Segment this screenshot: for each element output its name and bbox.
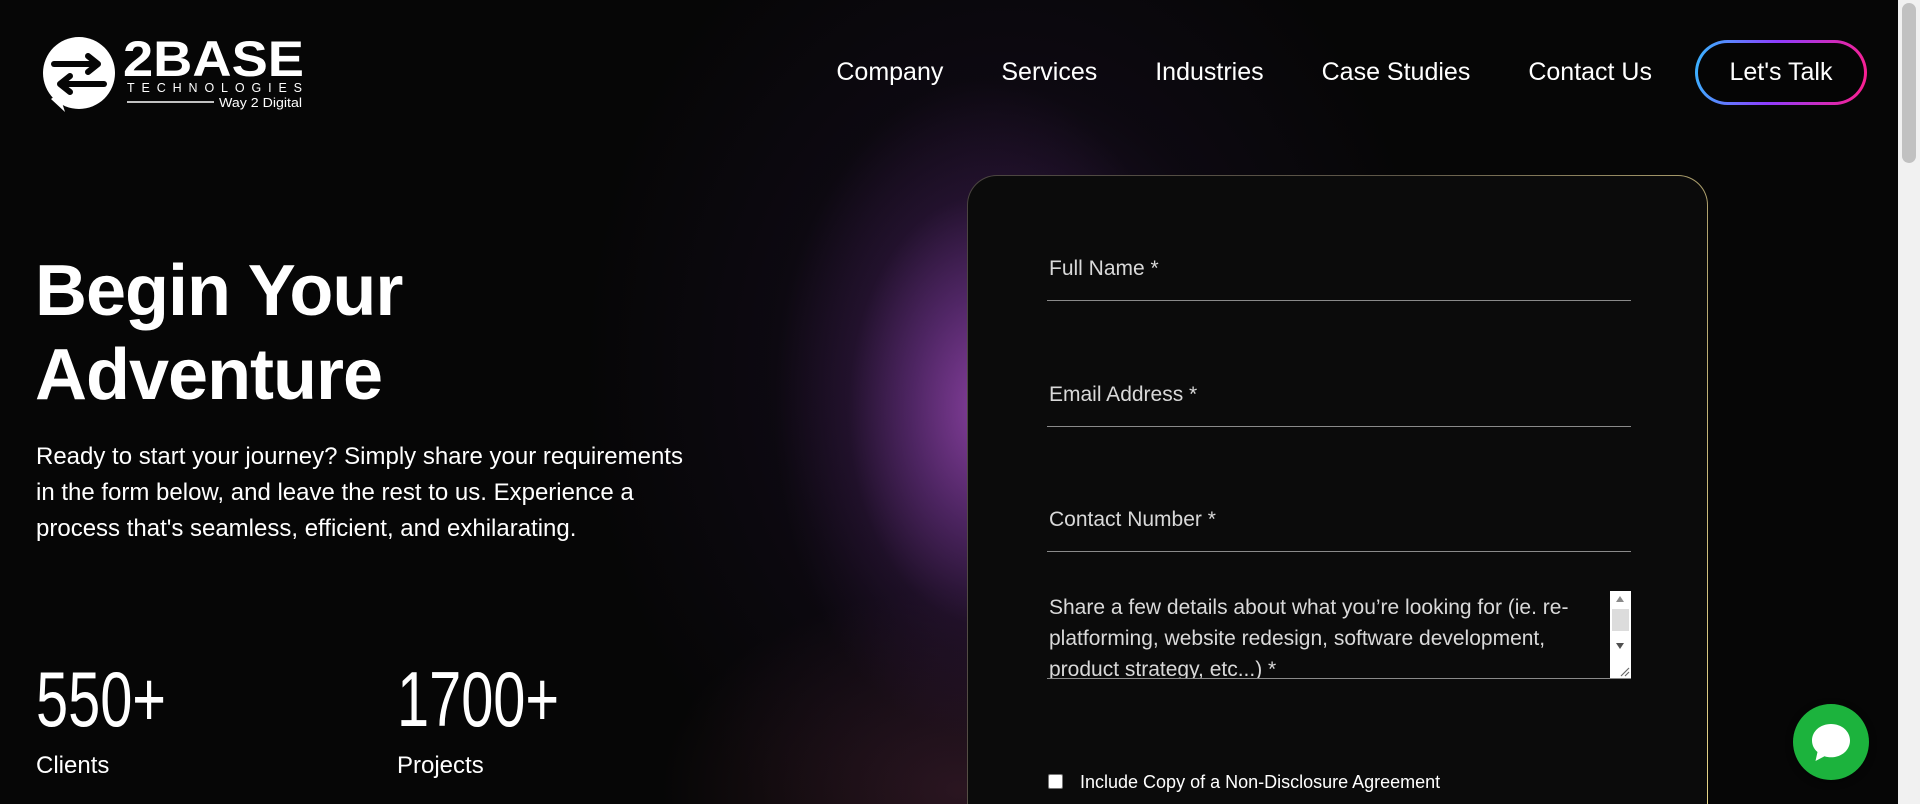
nav-company[interactable]: Company [836,58,943,87]
page-title-line-2: Adventure [35,335,383,415]
nav-industries[interactable]: Industries [1155,58,1263,87]
stat-label: Projects [397,752,484,779]
chat-button[interactable] [1793,704,1869,780]
circular-arrows-icon [43,37,115,112]
contact-number-field[interactable] [1047,502,1631,552]
chat-bubble-icon [1812,724,1850,761]
textarea-scroll-thumb[interactable] [1612,609,1629,631]
email-field[interactable] [1047,377,1631,427]
logo-link[interactable]: 2BASE TECHNOLOGIES Way 2 Digital [35,31,307,115]
brand-logo: 2BASE TECHNOLOGIES Way 2 Digital [43,31,304,112]
resize-grip-icon[interactable] [1619,666,1630,677]
contact-form: Include Copy of a Non-Disclosure Agreeme… [967,175,1708,804]
main-nav: Company Services Industries Case Studies… [836,40,1867,105]
nav-services[interactable]: Services [1001,58,1097,87]
nav-contact-us[interactable]: Contact Us [1528,58,1652,87]
page-scrollbar[interactable] [1898,0,1920,804]
stat-label: Clients [36,752,110,779]
scroll-up-arrow-icon[interactable] [1616,596,1624,602]
stat-value: 550+ [36,655,167,743]
nda-checkbox[interactable] [1048,774,1063,789]
project-details-textarea[interactable] [1047,591,1631,679]
full-name-field[interactable] [1047,251,1631,301]
brand-name: 2BASE [123,33,304,87]
page-title: Begin Your Adventure [35,249,655,417]
stat-clients: 550+ Clients [36,660,336,780]
lets-talk-button[interactable]: Let's Talk [1695,40,1867,105]
brand-tagline: Way 2 Digital [219,95,302,110]
scroll-down-arrow-icon[interactable] [1616,643,1624,649]
page-title-line-1: Begin Your [35,251,403,331]
textarea-scrollbar[interactable] [1610,591,1631,678]
nav-case-studies[interactable]: Case Studies [1322,58,1471,87]
hero-description: Ready to start your journey? Simply shar… [36,443,683,542]
nda-checkbox-label[interactable]: Include Copy of a Non-Disclosure Agreeme… [1080,771,1440,793]
stat-projects: 1700+ Projects [397,660,697,780]
stat-value: 1700+ [397,655,560,743]
contact-page: 2BASE TECHNOLOGIES Way 2 Digital Company… [0,0,1920,804]
page-scrollbar-thumb[interactable] [1902,3,1916,163]
